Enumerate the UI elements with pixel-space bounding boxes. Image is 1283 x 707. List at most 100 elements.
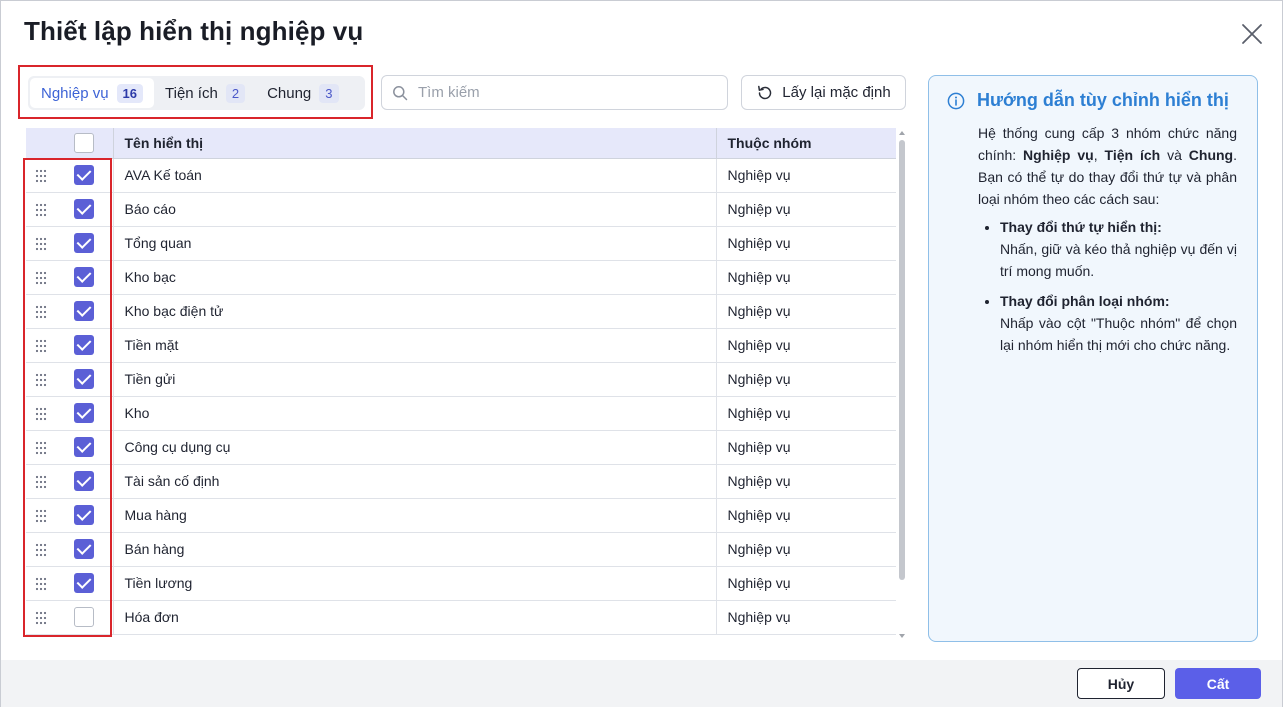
- reset-default-button[interactable]: Lấy lại mặc định: [741, 75, 906, 110]
- row-checkbox-cell: [56, 396, 114, 431]
- row-checkbox-cell: [56, 430, 114, 465]
- row-checkbox[interactable]: [74, 335, 95, 355]
- table-scrollbar[interactable]: [897, 128, 907, 639]
- scroll-up-icon[interactable]: [899, 131, 905, 135]
- row-group-select[interactable]: Nghiệp vụ: [716, 532, 896, 567]
- help-title: Hướng dẫn tùy chỉnh hiển thị: [977, 90, 1229, 110]
- drag-handle[interactable]: [26, 464, 56, 499]
- help-intro: Hệ thống cung cấp 3 nhóm chức năng chính…: [978, 122, 1237, 210]
- drag-handle[interactable]: [26, 328, 56, 363]
- scrollbar-thumb[interactable]: [899, 140, 905, 580]
- drag-handle[interactable]: [26, 192, 56, 227]
- drag-handle-icon: [35, 272, 47, 285]
- drag-handle[interactable]: [26, 260, 56, 295]
- table-row[interactable]: Tiền mặt Nghiệp vụ: [26, 328, 896, 363]
- scroll-down-icon[interactable]: [899, 634, 905, 638]
- drag-handle-icon: [35, 408, 47, 421]
- row-checkbox-cell: [56, 566, 114, 601]
- drag-handle[interactable]: [26, 566, 56, 601]
- row-group-select[interactable]: Nghiệp vụ: [716, 192, 896, 227]
- cancel-button[interactable]: Hủy: [1077, 668, 1165, 699]
- table-row[interactable]: AVA Kế toán Nghiệp vụ: [26, 158, 896, 193]
- drag-handle-icon: [35, 204, 47, 217]
- row-checkbox[interactable]: [74, 471, 95, 491]
- drag-handle[interactable]: [26, 430, 56, 465]
- row-checkbox[interactable]: [74, 437, 95, 457]
- tab-tien-ich[interactable]: Tiện ích 2: [154, 78, 256, 108]
- row-name: Bán hàng: [113, 532, 717, 567]
- tab-chung[interactable]: Chung 3: [256, 78, 349, 108]
- drag-handle[interactable]: [26, 294, 56, 329]
- table-row[interactable]: Tổng quan Nghiệp vụ: [26, 226, 896, 261]
- group-tabs: Nghiệp vụ 16 Tiện ích 2 Chung 3: [28, 76, 365, 110]
- help-item-title: Thay đổi thứ tự hiển thị:: [1000, 219, 1162, 235]
- drag-handle-icon: [35, 578, 47, 591]
- row-checkbox-cell: [56, 192, 114, 227]
- row-checkbox[interactable]: [74, 369, 95, 389]
- table-row[interactable]: Bán hàng Nghiệp vụ: [26, 532, 896, 567]
- tab-nghiep-vu[interactable]: Nghiệp vụ 16: [30, 78, 155, 108]
- row-group-select[interactable]: Nghiệp vụ: [716, 294, 896, 329]
- row-checkbox[interactable]: [74, 403, 95, 423]
- table-row[interactable]: Hóa đơn Nghiệp vụ: [26, 600, 896, 635]
- row-group-select[interactable]: Nghiệp vụ: [716, 396, 896, 431]
- row-name: Tiền mặt: [113, 328, 717, 363]
- table-row[interactable]: Kho Nghiệp vụ: [26, 396, 896, 431]
- search-icon: [393, 85, 408, 100]
- table-row[interactable]: Mua hàng Nghiệp vụ: [26, 498, 896, 533]
- row-group-select[interactable]: Nghiệp vụ: [716, 260, 896, 295]
- row-group-select[interactable]: Nghiệp vụ: [716, 566, 896, 601]
- save-button[interactable]: Cất: [1175, 668, 1261, 699]
- table-row[interactable]: Báo cáo Nghiệp vụ: [26, 192, 896, 227]
- row-checkbox[interactable]: [74, 199, 95, 219]
- row-checkbox-cell: [56, 226, 114, 261]
- table-row[interactable]: Kho bạc Nghiệp vụ: [26, 260, 896, 295]
- table-row[interactable]: Công cụ dụng cụ Nghiệp vụ: [26, 430, 896, 465]
- table-row[interactable]: Tiền lương Nghiệp vụ: [26, 566, 896, 601]
- row-checkbox[interactable]: [74, 267, 95, 287]
- row-checkbox-cell: [56, 328, 114, 363]
- search-input[interactable]: [418, 84, 718, 101]
- drag-handle[interactable]: [26, 396, 56, 431]
- table-row[interactable]: Tiền gửi Nghiệp vụ: [26, 362, 896, 397]
- select-all-header: [56, 128, 114, 159]
- row-checkbox[interactable]: [74, 505, 95, 525]
- drag-handle-icon: [35, 306, 47, 319]
- row-checkbox[interactable]: [74, 301, 95, 321]
- row-group-select[interactable]: Nghiệp vụ: [716, 430, 896, 465]
- row-group-select[interactable]: Nghiệp vụ: [716, 464, 896, 499]
- reset-default-label: Lấy lại mặc định: [782, 84, 891, 101]
- row-group-select[interactable]: Nghiệp vụ: [716, 226, 896, 261]
- drag-handle[interactable]: [26, 532, 56, 567]
- row-checkbox[interactable]: [74, 573, 95, 593]
- table-row[interactable]: Tài sản cố định Nghiệp vụ: [26, 464, 896, 499]
- dialog-title: Thiết lập hiển thị nghiệp vụ: [24, 16, 364, 46]
- drag-handle[interactable]: [26, 158, 56, 193]
- table-row[interactable]: Kho bạc điện tử Nghiệp vụ: [26, 294, 896, 329]
- close-button[interactable]: [1239, 21, 1265, 47]
- function-table: Tên hiển thị Thuộc nhóm AVA Kế toán Nghiệ…: [26, 128, 896, 639]
- drag-header: [26, 128, 56, 159]
- drag-handle[interactable]: [26, 362, 56, 397]
- row-checkbox-cell: [56, 294, 114, 329]
- row-checkbox[interactable]: [74, 539, 95, 559]
- row-checkbox[interactable]: [74, 233, 95, 253]
- row-group-select[interactable]: Nghiệp vụ: [716, 600, 896, 635]
- drag-handle[interactable]: [26, 226, 56, 261]
- row-checkbox-cell: [56, 158, 114, 193]
- select-all-checkbox[interactable]: [74, 132, 95, 153]
- close-icon: [1242, 24, 1262, 44]
- row-group-select[interactable]: Nghiệp vụ: [716, 498, 896, 533]
- drag-handle[interactable]: [26, 498, 56, 533]
- row-group-select[interactable]: Nghiệp vụ: [716, 328, 896, 363]
- help-item: Thay đổi phân loại nhóm: Nhấp vào cột "T…: [1000, 290, 1237, 356]
- drag-handle[interactable]: [26, 600, 56, 635]
- reset-icon: [758, 85, 772, 99]
- tab-label: Chung: [267, 84, 312, 102]
- row-group-select[interactable]: Nghiệp vụ: [716, 362, 896, 397]
- drag-handle-icon: [35, 612, 47, 625]
- row-checkbox[interactable]: [74, 607, 95, 627]
- row-group-select[interactable]: Nghiệp vụ: [716, 158, 896, 193]
- row-name: Công cụ dụng cụ: [113, 430, 717, 465]
- row-checkbox[interactable]: [74, 165, 95, 185]
